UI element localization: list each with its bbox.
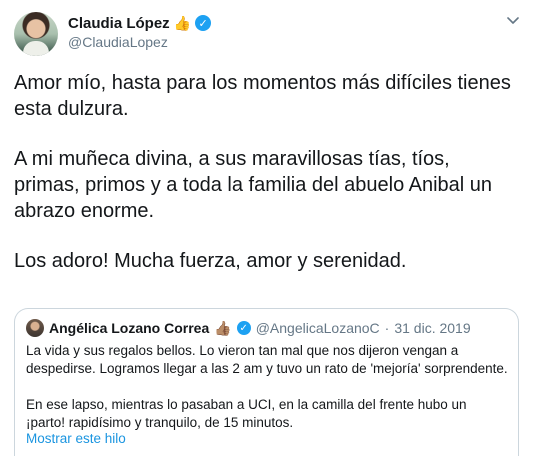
chevron-down-icon[interactable] — [505, 12, 521, 28]
tweet-paragraph: Los adoro! Mucha fuerza, amor y serenida… — [14, 250, 407, 272]
quoted-paragraph: La vida y sus regalos bellos. Lo vieron … — [26, 343, 508, 376]
meta-separator: · — [384, 320, 390, 336]
quoted-avatar — [26, 319, 44, 337]
thumbs-up-emoji: 👍🏽 — [214, 320, 232, 336]
author-name[interactable]: Claudia López — [68, 15, 170, 32]
quoted-author-name: Angélica Lozano Correa — [49, 320, 210, 336]
author-avatar[interactable] — [14, 12, 58, 56]
tweet-card: Claudia López 👍 ✓ @ClaudiaLopez Amor mío… — [0, 0, 533, 456]
thumbs-up-emoji: 👍 — [173, 15, 192, 31]
tweet-text: Amor mío, hasta para los momentos más di… — [14, 70, 519, 298]
verified-badge-icon: ✓ — [195, 15, 212, 31]
quoted-handle: @AngelicaLozanoC — [255, 320, 380, 336]
tweet-paragraph: A mi muñeca divina, a sus maravillosas t… — [14, 148, 493, 222]
tweet-paragraph: Amor mío, hasta para los momentos más di… — [14, 72, 511, 120]
quoted-header: Angélica Lozano Correa 👍🏽 ✓ @AngelicaLoz… — [26, 318, 471, 338]
author-name-row: Claudia López 👍 ✓ — [68, 13, 212, 33]
quoted-tweet[interactable]: Angélica Lozano Correa 👍🏽 ✓ @AngelicaLoz… — [14, 308, 519, 456]
show-thread-link[interactable]: Mostrar este hilo — [26, 431, 126, 446]
verified-badge-icon: ✓ — [236, 321, 251, 335]
author-handle[interactable]: @ClaudiaLopez — [68, 34, 168, 50]
quoted-paragraph: En ese lapso, mientras lo pasaban a UCI,… — [26, 397, 467, 430]
quoted-date: 31 dic. 2019 — [394, 320, 471, 336]
